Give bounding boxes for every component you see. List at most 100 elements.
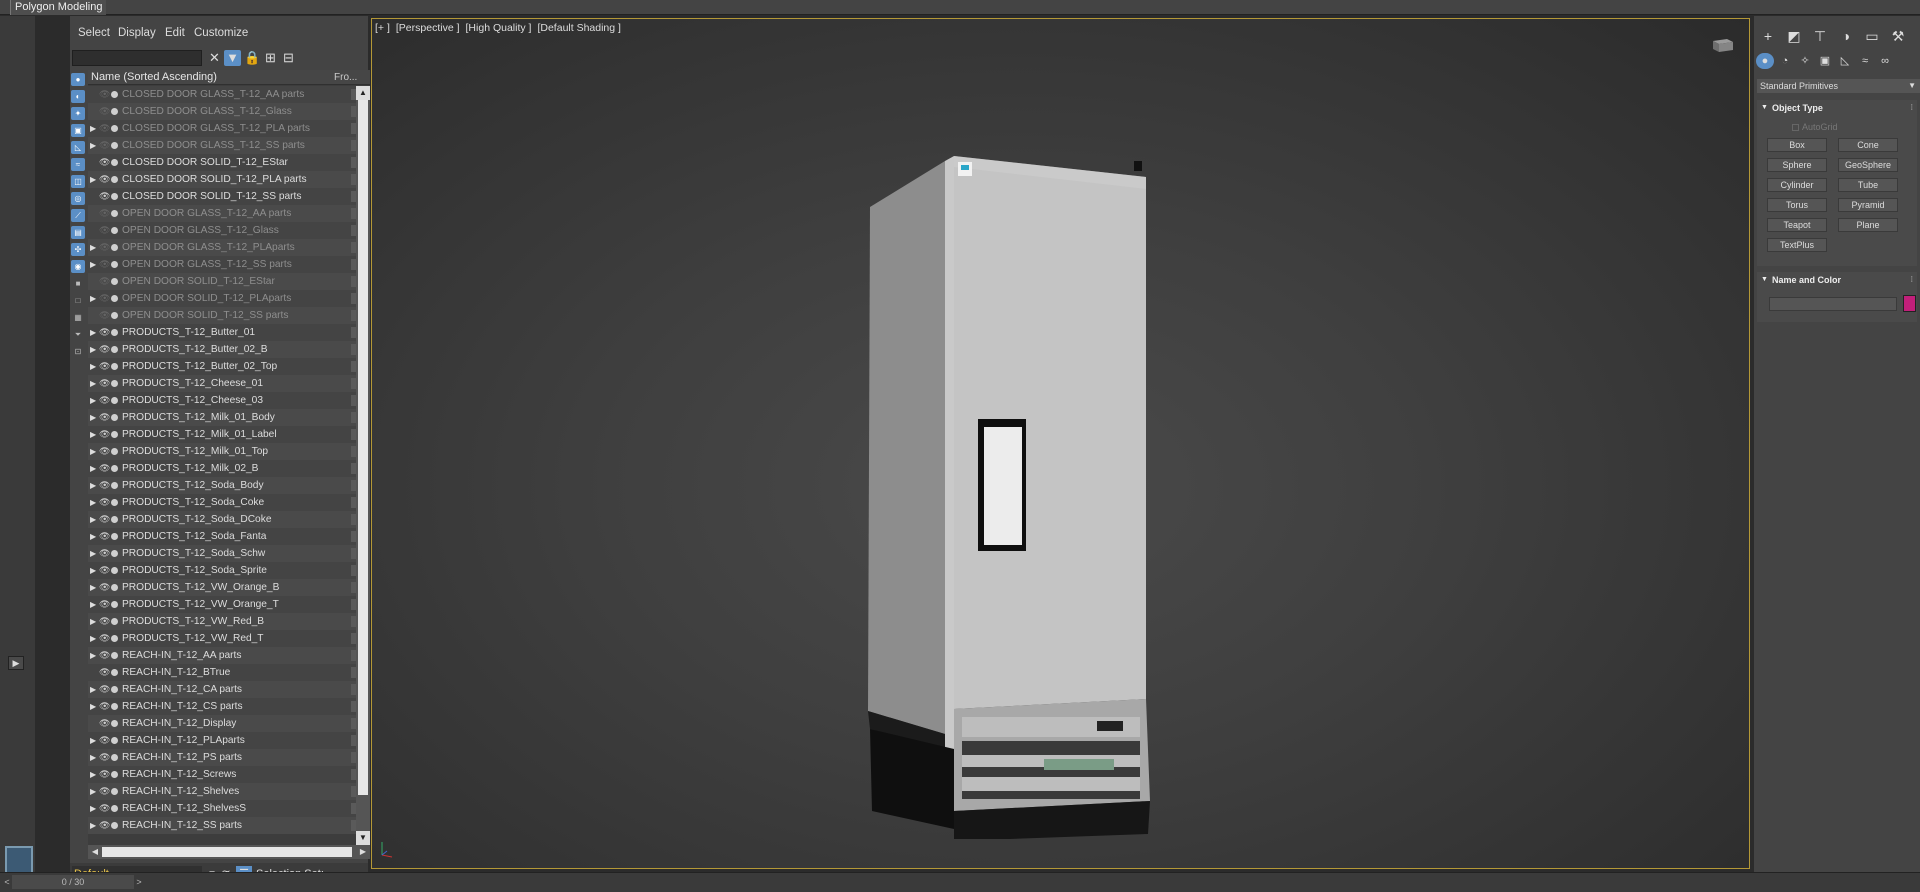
visibility-eye-icon[interactable]: 👁	[99, 324, 110, 341]
expand-arrow-icon[interactable]: ▶	[90, 528, 96, 545]
visibility-eye-icon[interactable]: 👁	[99, 630, 110, 647]
expand-arrow-icon[interactable]: ▶	[90, 477, 96, 494]
list-item[interactable]: 👁 OPEN DOOR GLASS_T-12_AA parts	[88, 205, 356, 222]
time-slider[interactable]: 0 / 30	[12, 875, 134, 889]
scroll-left-icon[interactable]: ◀	[88, 845, 102, 859]
cylinder-button[interactable]: Cylinder	[1767, 178, 1827, 192]
list-item[interactable]: 👁 REACH-IN_T-12_Display	[88, 715, 356, 732]
visibility-eye-icon[interactable]: 👁	[99, 817, 110, 834]
cone-button[interactable]: Cone	[1838, 138, 1898, 152]
ribbon-tab-polygon-modeling[interactable]: Polygon Modeling	[10, 0, 107, 15]
funnel-icon[interactable]: ⏷	[71, 328, 85, 341]
list-item[interactable]: 👁 CLOSED DOOR SOLID_T-12_SS parts	[88, 188, 356, 205]
xref-filter-icon[interactable]: ◎	[71, 192, 85, 205]
list-item[interactable]: 👁 OPEN DOOR SOLID_T-12_EStar	[88, 273, 356, 290]
list-item[interactable]: ▶ 👁 PRODUCTS_T-12_VW_Orange_T	[88, 596, 356, 613]
visibility-eye-icon[interactable]: 👁	[99, 783, 110, 800]
visibility-eye-icon[interactable]: 👁	[99, 528, 110, 545]
visibility-eye-icon[interactable]: 👁	[99, 120, 110, 137]
object-type-header[interactable]: ▼ Object Type ⁞	[1757, 100, 1917, 116]
visibility-eye-icon[interactable]: 👁	[99, 239, 110, 256]
visibility-eye-icon[interactable]: 👁	[99, 409, 110, 426]
modify-tab-icon[interactable]: ◩	[1782, 26, 1806, 46]
expand-arrow-icon[interactable]: ▶	[90, 783, 96, 800]
autogrid-checkbox[interactable]: AutoGrid	[1792, 122, 1838, 132]
list-item[interactable]: 👁 OPEN DOOR SOLID_T-12_SS parts	[88, 307, 356, 324]
object-color-swatch[interactable]	[1903, 295, 1916, 312]
menu-select[interactable]: Select	[78, 27, 110, 39]
visibility-eye-icon[interactable]: 👁	[99, 375, 110, 392]
systems-category-icon[interactable]: ∞	[1876, 53, 1894, 69]
list-item[interactable]: ▶ 👁 REACH-IN_T-12_SS parts	[88, 817, 356, 834]
spacewarp-filter-icon[interactable]: ≈	[71, 158, 85, 171]
list-item[interactable]: ▶ 👁 PRODUCTS_T-12_VW_Red_B	[88, 613, 356, 630]
visibility-eye-icon[interactable]: 👁	[99, 647, 110, 664]
expand-arrow-icon[interactable]: ▶	[90, 324, 96, 341]
shapes-category-icon[interactable]: ◔	[1776, 53, 1794, 69]
container-filter-icon[interactable]: ▤	[71, 226, 85, 239]
helpers-category-icon[interactable]: ◺	[1836, 53, 1854, 69]
list-item[interactable]: 👁 CLOSED DOOR GLASS_T-12_Glass	[88, 103, 356, 120]
visibility-filter-icon[interactable]: ◉	[71, 260, 85, 273]
visibility-eye-icon[interactable]: 👁	[99, 103, 110, 120]
visibility-eye-icon[interactable]: 👁	[99, 222, 110, 239]
visibility-eye-icon[interactable]: 👁	[99, 358, 110, 375]
box-button[interactable]: Box	[1767, 138, 1827, 152]
plane-button[interactable]: Plane	[1838, 218, 1898, 232]
visibility-eye-icon[interactable]: 👁	[99, 732, 110, 749]
expand-arrow-icon[interactable]: ▶	[90, 579, 96, 596]
list-item[interactable]: ▶ 👁 OPEN DOOR GLASS_T-12_SS parts	[88, 256, 356, 273]
expand-arrow-icon[interactable]: ▶	[90, 732, 96, 749]
expand-arrow-icon[interactable]: ▶	[90, 358, 96, 375]
scroll-right-icon[interactable]: ▶	[356, 845, 370, 859]
lights-category-icon[interactable]: ✧	[1796, 53, 1814, 69]
expand-arrow-icon[interactable]: ▶	[90, 596, 96, 613]
expand-arrow-icon[interactable]: ▶	[90, 630, 96, 647]
list-item[interactable]: ▶ 👁 PRODUCTS_T-12_Milk_01_Label	[88, 426, 356, 443]
display-all-icon[interactable]: ■	[71, 277, 85, 290]
list-item[interactable]: 👁 CLOSED DOOR GLASS_T-12_AA parts	[88, 86, 356, 103]
next-frame-icon[interactable]: >	[134, 875, 144, 889]
visibility-eye-icon[interactable]: 👁	[99, 664, 110, 681]
list-item[interactable]: ▶ 👁 REACH-IN_T-12_Shelves	[88, 783, 356, 800]
display-tab-icon[interactable]: ▭	[1860, 26, 1884, 46]
search-input[interactable]	[72, 50, 202, 66]
visibility-eye-icon[interactable]: 👁	[99, 562, 110, 579]
list-item[interactable]: ▶ 👁 PRODUCTS_T-12_Cheese_01	[88, 375, 356, 392]
cameras-category-icon[interactable]: ▣	[1816, 53, 1834, 69]
visibility-eye-icon[interactable]: 👁	[99, 307, 110, 324]
expand-arrow-icon[interactable]: ▶	[90, 239, 96, 256]
hierarchy-alt-icon[interactable]: ⊟	[280, 50, 297, 66]
visibility-eye-icon[interactable]: 👁	[99, 715, 110, 732]
horizontal-scrollbar[interactable]: ◀ ▶	[88, 845, 370, 859]
bone-filter-icon[interactable]: ⟋	[71, 209, 85, 222]
geosphere-button[interactable]: GeoSphere	[1838, 158, 1898, 172]
expand-arrow-icon[interactable]: ▶	[90, 256, 96, 273]
viewport-point-of-view[interactable]: [Perspective ]	[396, 22, 460, 34]
list-item[interactable]: ▶ 👁 PRODUCTS_T-12_Soda_Schw	[88, 545, 356, 562]
menu-edit[interactable]: Edit	[165, 27, 185, 39]
visibility-eye-icon[interactable]: 👁	[99, 545, 110, 562]
hierarchy-icon[interactable]: ⊞	[262, 50, 279, 66]
name-column-header[interactable]: Name (Sorted Ascending)	[91, 70, 217, 85]
create-tab-icon[interactable]: +	[1756, 26, 1780, 46]
expand-arrow-icon[interactable]: ▶	[90, 800, 96, 817]
expand-arrow-icon[interactable]: ▶	[90, 545, 96, 562]
visibility-eye-icon[interactable]: 👁	[99, 188, 110, 205]
list-item[interactable]: ▶ 👁 REACH-IN_T-12_ShelvesS	[88, 800, 356, 817]
menu-display[interactable]: Display	[118, 27, 156, 39]
helper-filter-icon[interactable]: ◺	[71, 141, 85, 154]
scroll-thumb[interactable]	[358, 100, 368, 795]
list-item[interactable]: ▶ 👁 PRODUCTS_T-12_Soda_DCoke	[88, 511, 356, 528]
group-filter-icon[interactable]: ◫	[71, 175, 85, 188]
object-name-field[interactable]	[1769, 297, 1897, 311]
visibility-eye-icon[interactable]: 👁	[99, 749, 110, 766]
expand-arrow-icon[interactable]: ▶	[90, 137, 96, 154]
visibility-eye-icon[interactable]: 👁	[99, 392, 110, 409]
hscroll-thumb[interactable]	[102, 847, 352, 857]
visibility-eye-icon[interactable]: 👁	[99, 460, 110, 477]
list-item[interactable]: ▶ 👁 CLOSED DOOR SOLID_T-12_PLA parts	[88, 171, 356, 188]
visibility-eye-icon[interactable]: 👁	[99, 137, 110, 154]
invert-display-icon[interactable]: ▦	[71, 311, 85, 324]
visibility-eye-icon[interactable]: 👁	[99, 766, 110, 783]
